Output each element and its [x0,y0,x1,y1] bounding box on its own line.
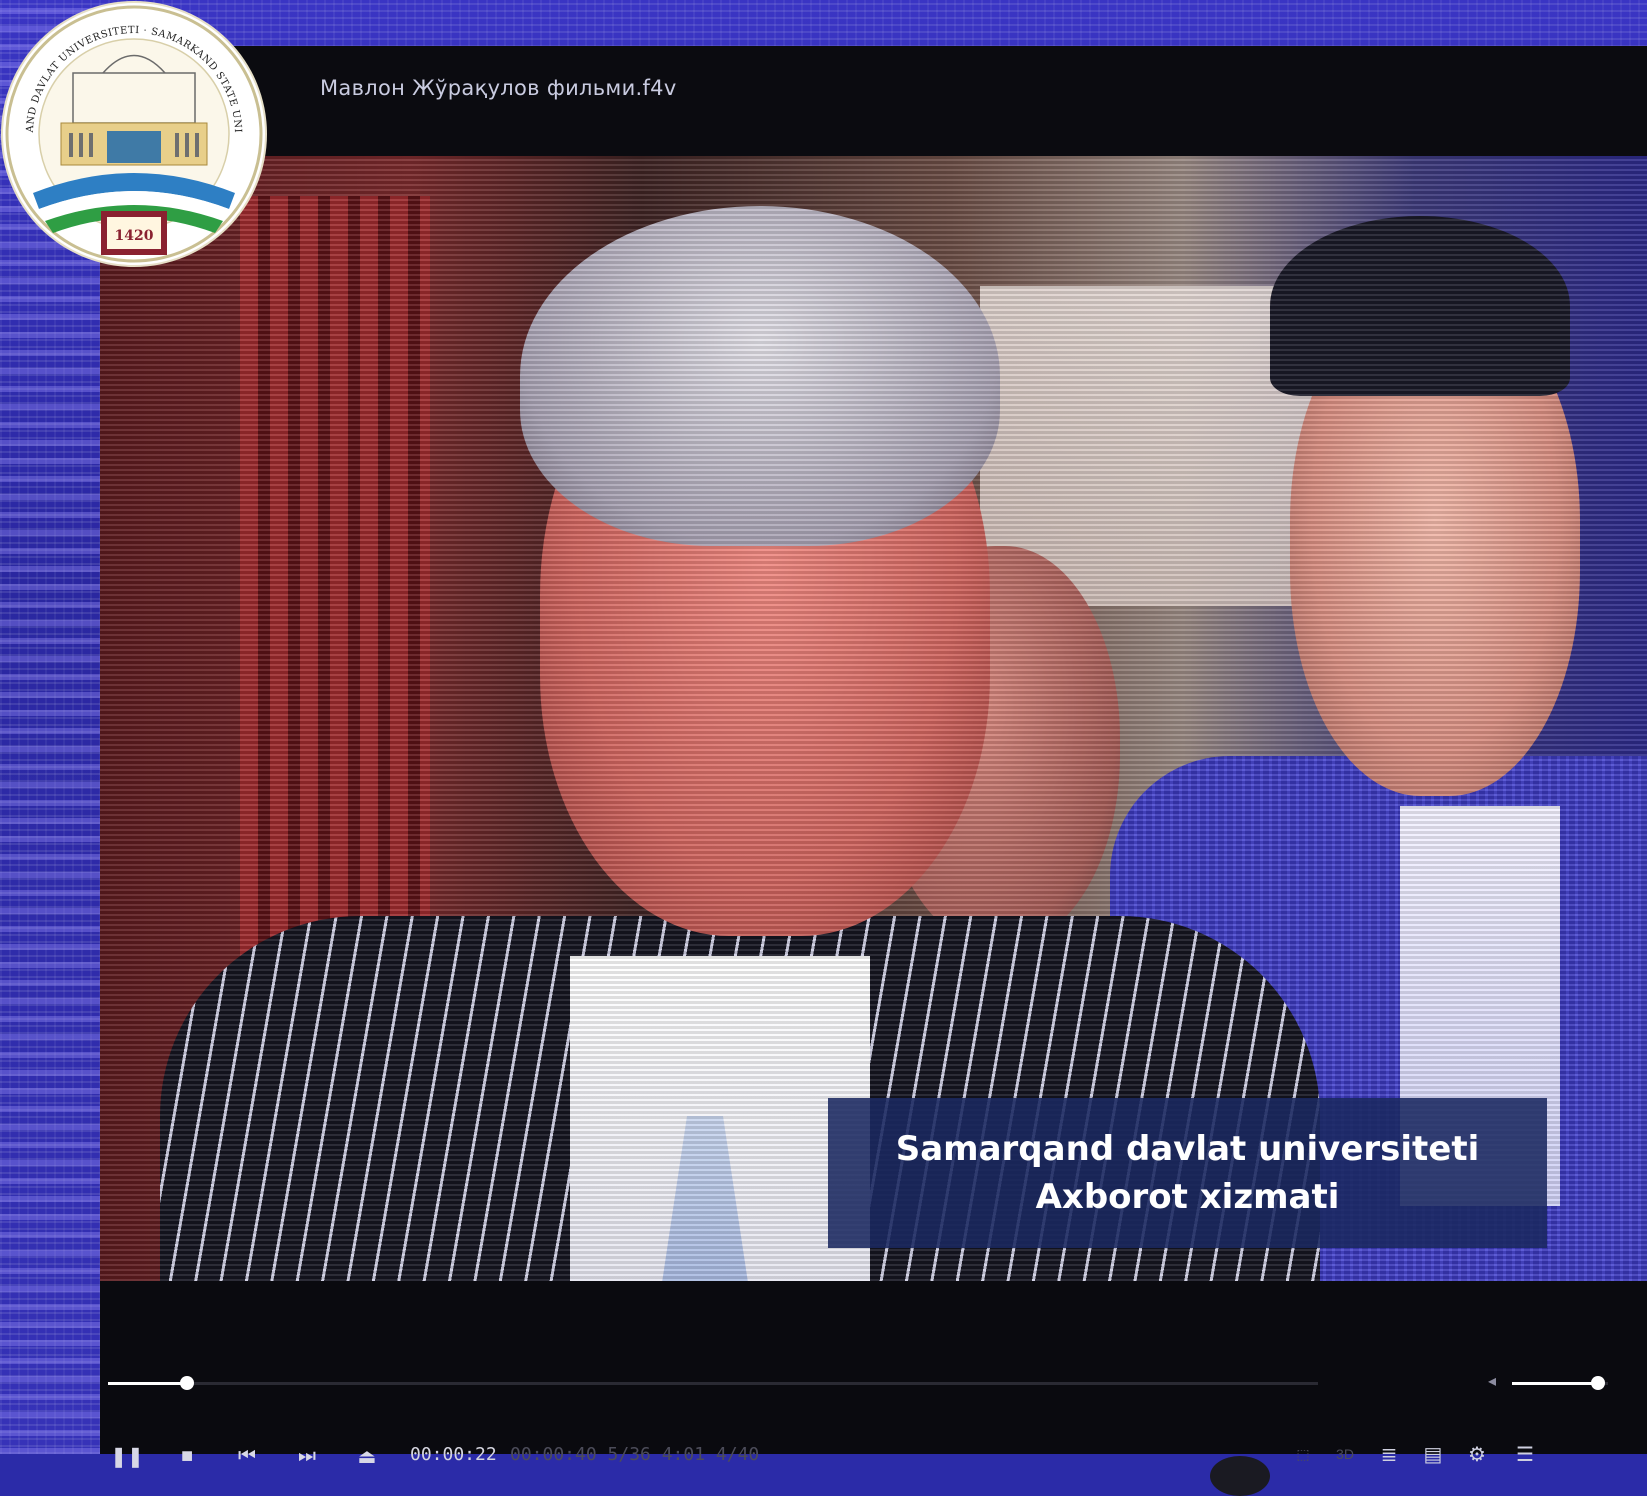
dim-time-readout: 00:00:40 5/36 4:01 4/40 [510,1444,760,1465]
seek-handle[interactable] [179,1376,194,1390]
control-bar: ◂ ❚❚ ■ ⏮ ⏭ ⏏ 00:00:22 00:00:40 5/36 4:01… [100,1281,1647,1496]
playlist-search-button[interactable]: ≣ [1374,1439,1404,1469]
volume-handle[interactable] [1591,1376,1606,1390]
pause-icon: ❚❚ [110,1445,144,1468]
menu-button[interactable]: ☰ [1510,1439,1540,1469]
file-title: Мавлон Жўрақулов фильми.f4v [320,76,677,100]
fullscreen-button[interactable]: ⬚ [1288,1439,1318,1469]
previous-button[interactable]: ⏮ [232,1441,262,1471]
subtitle-button[interactable]: ▤ [1418,1439,1448,1469]
watermark-caption: Samarqand davlat universiteti Axborot xi… [828,1098,1547,1248]
university-seal-logo: SAMARQAND DAVLAT UNIVERSITETI · SAMARKAN… [3,3,265,265]
watermark-line-2: Axborot xizmati [1035,1177,1340,1217]
current-time: 00:00:22 [410,1444,497,1465]
volume-icon[interactable]: ◂ [1488,1371,1496,1391]
next-icon: ⏭ [298,1444,316,1467]
3d-button[interactable]: 3D [1330,1439,1360,1469]
seal-year: 1420 [115,228,154,244]
previous-icon: ⏮ [238,1444,256,1467]
fullscreen-icon: ⬚ [1296,1445,1310,1462]
subtitle-icon: ▤ [1423,1443,1443,1466]
stop-icon: ■ [180,1444,194,1467]
eject-icon: ⏏ [357,1445,377,1468]
seek-bar[interactable] [108,1376,1318,1390]
title-bar: Мавлон Жўрақулов фильми.f4v [100,46,1647,156]
next-button[interactable]: ⏭ [292,1441,322,1471]
settings-button[interactable]: ⚙ [1462,1439,1492,1469]
eject-button[interactable]: ⏏ [352,1441,382,1471]
search-list-icon: ≣ [1380,1443,1398,1466]
volume-fill [1512,1382,1599,1385]
stop-button[interactable]: ■ [172,1441,202,1471]
3d-label: 3D [1336,1446,1354,1462]
watermark-line-1: Samarqand davlat universiteti [895,1129,1480,1169]
seal-graphic: SAMARQAND DAVLAT UNIVERSITETI · SAMARKAN… [3,3,263,263]
volume-slider[interactable] [1512,1376,1608,1390]
camera-shadow [1210,1456,1270,1496]
seek-fill [108,1382,187,1385]
gear-icon: ⚙ [1468,1443,1486,1466]
menu-icon: ☰ [1516,1443,1534,1466]
pause-button[interactable]: ❚❚ [110,1441,144,1471]
